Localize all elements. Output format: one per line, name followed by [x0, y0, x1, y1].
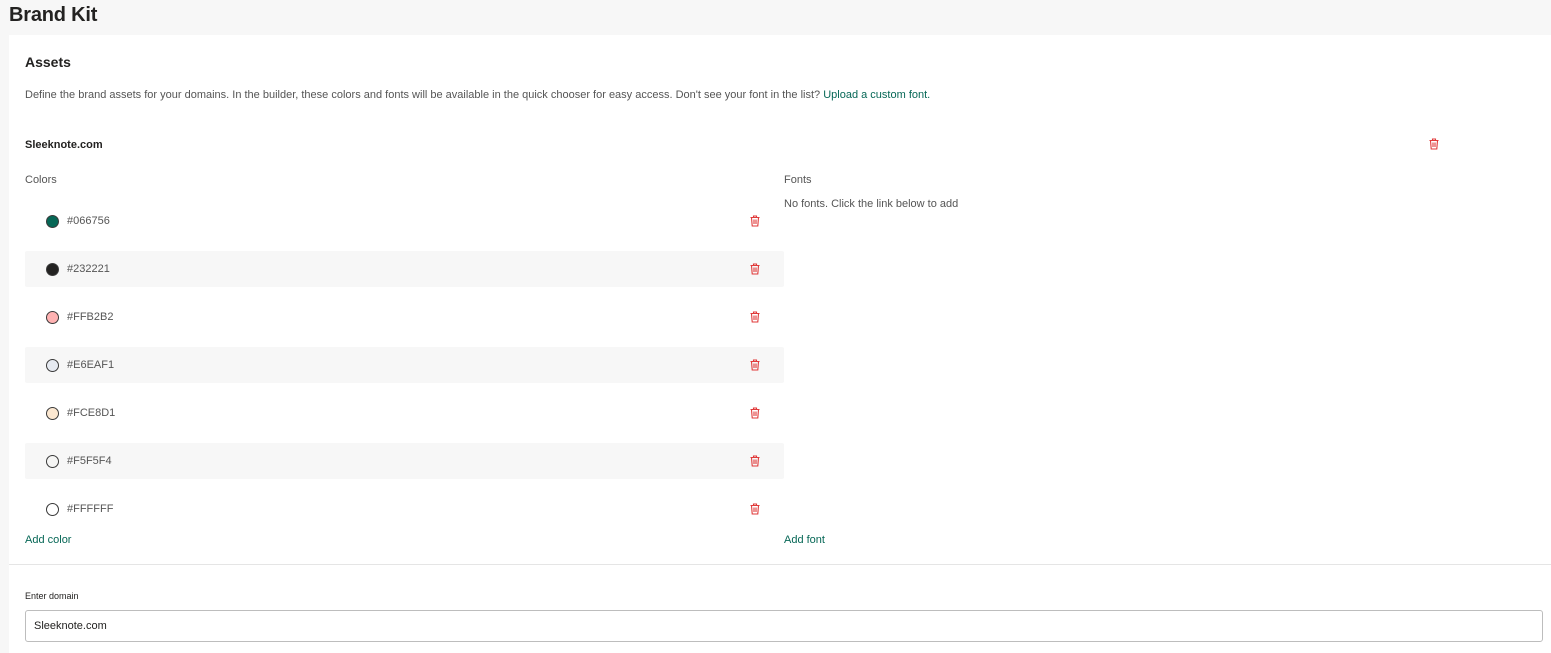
assets-card: Assets Define the brand assets for your …: [9, 35, 1551, 653]
colors-label: Colors: [25, 174, 57, 186]
color-row-background: [25, 347, 784, 383]
delete-color-button[interactable]: [748, 214, 762, 228]
color-row-background: [25, 491, 784, 527]
section-title: Assets: [25, 54, 71, 70]
delete-domain-button[interactable]: [1427, 137, 1441, 151]
color-row-background: [25, 203, 784, 239]
delete-color-button[interactable]: [748, 454, 762, 468]
trash-icon: [750, 503, 760, 515]
trash-icon: [750, 215, 760, 227]
page-title: Brand Kit: [9, 4, 98, 26]
trash-icon: [750, 311, 760, 323]
trash-icon: [750, 263, 760, 275]
upload-custom-font-link[interactable]: Upload a custom font.: [823, 89, 930, 101]
description-text: Define the brand assets for your domains…: [25, 89, 824, 101]
delete-color-button[interactable]: [748, 406, 762, 420]
color-row: #066756: [25, 197, 784, 245]
delete-color-button[interactable]: [748, 358, 762, 372]
color-hex: #FCE8D1: [67, 407, 116, 419]
delete-color-button[interactable]: [748, 502, 762, 516]
trash-icon: [750, 407, 760, 419]
color-hex: #E6EAF1: [67, 359, 115, 371]
color-row: #F5F5F4: [25, 437, 784, 485]
color-row-background: [25, 251, 784, 287]
trash-icon: [1429, 138, 1439, 150]
color-row: #FCE8D1: [25, 389, 784, 437]
color-swatch[interactable]: [46, 310, 59, 324]
color-hex: #232221: [67, 263, 110, 275]
color-hex: #FFB2B2: [67, 311, 114, 323]
no-fonts-message: No fonts. Click the link below to add: [784, 198, 959, 210]
color-hex: #FFFFFF: [67, 503, 114, 515]
add-font-link[interactable]: Add font: [784, 534, 825, 546]
color-swatch[interactable]: [46, 214, 59, 228]
color-row-background: [25, 443, 784, 479]
color-row: #FFFFFF: [25, 485, 784, 533]
color-list: #066756 #232221 #FFB2B2 #E6EAF1 #FCE8D1 #F5F5…: [25, 197, 784, 533]
color-swatch[interactable]: [46, 502, 59, 516]
color-row: #FFB2B2: [25, 293, 784, 341]
delete-color-button[interactable]: [748, 262, 762, 276]
domain-input-label: Enter domain: [25, 591, 79, 601]
color-swatch[interactable]: [46, 406, 59, 420]
assets-description: Define the brand assets for your domains…: [25, 89, 930, 101]
color-hex: #F5F5F4: [67, 455, 112, 467]
domain-input[interactable]: [25, 610, 1543, 642]
fonts-label: Fonts: [784, 174, 812, 186]
color-swatch[interactable]: [46, 262, 59, 276]
color-hex: #066756: [67, 215, 110, 227]
divider: [9, 564, 1551, 565]
color-swatch[interactable]: [46, 454, 59, 468]
color-row-background: [25, 299, 784, 335]
color-swatch[interactable]: [46, 358, 59, 372]
delete-color-button[interactable]: [748, 310, 762, 324]
color-row: #E6EAF1: [25, 341, 784, 389]
domain-name: Sleeknote.com: [25, 139, 103, 151]
trash-icon: [750, 455, 760, 467]
color-row-background: [25, 395, 784, 431]
color-row: #232221: [25, 245, 784, 293]
add-color-link[interactable]: Add color: [25, 534, 71, 546]
trash-icon: [750, 359, 760, 371]
